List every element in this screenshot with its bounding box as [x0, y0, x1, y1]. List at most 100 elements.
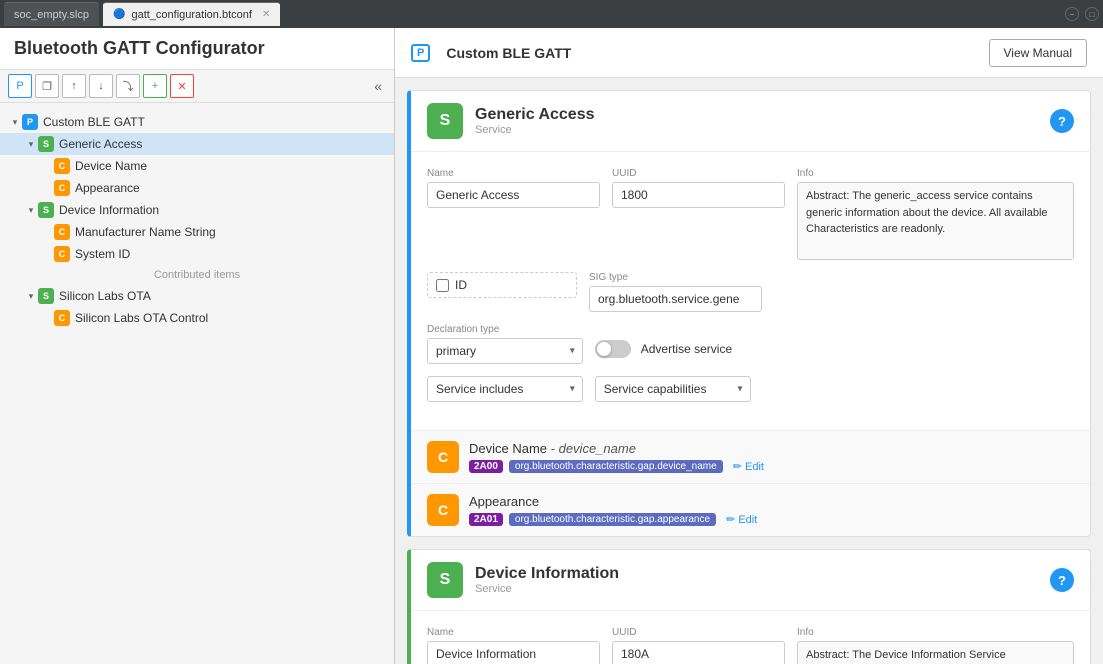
collapse-btn[interactable]: «: [370, 76, 386, 96]
field-di-info: Info Abstract: The Device Information Se…: [797, 627, 1074, 664]
field-sig-type-label: SIG type: [589, 272, 762, 283]
badge-S-generic: S: [38, 136, 54, 152]
device-information-type: Service: [475, 583, 619, 595]
field-declaration: Declaration type primary secondary: [427, 324, 583, 364]
field-di-uuid-label: UUID: [612, 627, 785, 638]
generic-access-help-btn[interactable]: ?: [1050, 109, 1074, 133]
device-information-badge: S: [427, 562, 463, 598]
advertise-toggle-row: Advertise service: [595, 340, 751, 358]
badge-C-system-id: C: [54, 246, 70, 262]
select-service-capabilities-wrapper: Service capabilities: [595, 376, 751, 402]
btn-remove[interactable]: ✕: [170, 74, 194, 98]
device-information-card: S Device Information Service ? Name: [407, 549, 1091, 664]
btn-add-profile[interactable]: P: [8, 74, 32, 98]
uuid-badge-device-name: 2A00: [469, 460, 503, 473]
tree: ▾ P Custom BLE GATT ▾ S Generic Access C…: [0, 103, 394, 664]
field-uuid-label: UUID: [612, 168, 785, 179]
field-di-info-textarea[interactable]: Abstract: The Device Information Service: [797, 641, 1074, 664]
maximize-btn[interactable]: □: [1085, 7, 1099, 21]
tree-item-silicon-labs-ota[interactable]: ▾ S Silicon Labs OTA: [0, 285, 394, 307]
char-item-appearance: C Appearance 2A01 org.bluetooth.characte…: [411, 483, 1090, 536]
id-checkbox[interactable]: [436, 279, 449, 292]
tree-item-manufacturer-name[interactable]: C Manufacturer Name String: [0, 221, 394, 243]
tree-label-appearance: Appearance: [75, 181, 140, 195]
uuid-path-device-name: org.bluetooth.characteristic.gap.device_…: [509, 460, 723, 473]
tab-btconf[interactable]: 🔵 gatt_configuration.btconf ✕: [103, 2, 280, 26]
btn-import[interactable]: ⤵: [116, 74, 140, 98]
edit-link-device-name[interactable]: ✏ Edit: [733, 460, 764, 473]
tab-slcp[interactable]: soc_empty.slcp: [4, 2, 99, 26]
select-declaration[interactable]: primary secondary: [427, 338, 583, 364]
tree-item-silicon-labs-ota-control[interactable]: C Silicon Labs OTA Control: [0, 307, 394, 329]
advertise-toggle[interactable]: [595, 340, 631, 358]
char-name-appearance: Appearance: [469, 494, 1074, 509]
tree-item-appearance[interactable]: C Appearance: [0, 177, 394, 199]
field-service-includes: Service includes: [427, 376, 583, 402]
sidebar: Bluetooth GATT Configurator P ❐ ↑ ↓ ⤵ + …: [0, 28, 395, 664]
badge-S-silicon-ota: S: [38, 288, 54, 304]
tab-close-icon[interactable]: ✕: [262, 9, 270, 20]
tab-bar: soc_empty.slcp 🔵 gatt_configuration.btco…: [0, 0, 1103, 28]
checkbox-id-field[interactable]: ID: [427, 272, 577, 298]
field-di-name-input[interactable]: [427, 641, 600, 664]
badge-S-device-info: S: [38, 202, 54, 218]
edit-link-appearance[interactable]: ✏ Edit: [726, 513, 757, 526]
select-service-includes-wrapper: Service includes: [427, 376, 583, 402]
device-info-fields-row-1: Name UUID Info Abstract: The Device Info…: [427, 627, 1074, 664]
field-service-capabilities: Service capabilities: [595, 376, 751, 402]
tree-arrow-generic-access: ▾: [24, 139, 38, 150]
right-panel-scroll[interactable]: S Generic Access Service ? Name: [395, 78, 1103, 664]
char-name-device-name: Device Name - device_name: [469, 441, 1074, 456]
field-sig-type-input[interactable]: [589, 286, 762, 312]
tree-item-generic-access[interactable]: ▾ S Generic Access: [0, 133, 394, 155]
sidebar-header: Bluetooth GATT Configurator: [0, 28, 394, 70]
right-header: P Custom BLE GATT View Manual: [395, 28, 1103, 78]
btn-up[interactable]: ↑: [62, 74, 86, 98]
select-service-includes[interactable]: Service includes: [427, 376, 583, 402]
field-info-textarea[interactable]: Abstract: The generic_access service con…: [797, 182, 1074, 260]
fields-row-1: Name UUID Info Abstract: The generic_acc…: [427, 168, 1074, 260]
id-label: ID: [455, 278, 467, 292]
select-service-capabilities[interactable]: Service capabilities: [595, 376, 751, 402]
device-information-help-btn[interactable]: ?: [1050, 568, 1074, 592]
tree-label-device-name: Device Name: [75, 159, 147, 173]
char-info-device-name: Device Name - device_name 2A00 org.bluet…: [469, 441, 1074, 473]
field-di-info-label: Info: [797, 627, 1074, 638]
minimize-btn[interactable]: −: [1065, 7, 1079, 21]
btn-down[interactable]: ↓: [89, 74, 113, 98]
char-badge-appearance: C: [427, 494, 459, 526]
badge-C-silicon-ota-ctrl: C: [54, 310, 70, 326]
char-italic-device-name: - device_name: [551, 441, 636, 456]
btn-copy[interactable]: ❐: [35, 74, 59, 98]
tree-item-custom-ble-gatt[interactable]: ▾ P Custom BLE GATT: [0, 111, 394, 133]
tab-slcp-label: soc_empty.slcp: [14, 9, 89, 21]
tree-label-custom-ble-gatt: Custom BLE GATT: [43, 115, 145, 129]
right-panel: P Custom BLE GATT View Manual S Generic …: [395, 28, 1103, 664]
field-name-label: Name: [427, 168, 600, 179]
generic-access-name: Generic Access: [475, 106, 594, 124]
badge-C-appearance: C: [54, 180, 70, 196]
char-badge-device-name: C: [427, 441, 459, 473]
app-title: Bluetooth GATT Configurator: [14, 38, 265, 58]
field-uuid-input[interactable]: [612, 182, 785, 208]
btn-add[interactable]: +: [143, 74, 167, 98]
view-manual-button[interactable]: View Manual: [989, 39, 1087, 67]
badge-C-manufacturer: C: [54, 224, 70, 240]
advertise-label: Advertise service: [641, 342, 732, 356]
tree-item-device-name[interactable]: C Device Name: [0, 155, 394, 177]
tree-item-device-information[interactable]: ▾ S Device Information: [0, 199, 394, 221]
generic-access-card-body: Name UUID Info Abstract: The generic_acc…: [411, 152, 1090, 430]
device-information-name: Device Information: [475, 565, 619, 583]
toggle-knob: [597, 342, 611, 356]
tree-item-system-id[interactable]: C System ID: [0, 243, 394, 265]
field-di-uuid-input[interactable]: [612, 641, 785, 664]
uuid-badge-appearance: 2A01: [469, 513, 503, 526]
tree-label-manufacturer-name: Manufacturer Name String: [75, 225, 216, 239]
device-information-title-group: Device Information Service: [475, 565, 619, 595]
select-declaration-wrapper: primary secondary: [427, 338, 583, 364]
char-item-device-name: C Device Name - device_name 2A00 org.blu…: [411, 430, 1090, 483]
char-uuid-row-appearance: 2A01 org.bluetooth.characteristic.gap.ap…: [469, 513, 1074, 526]
char-uuid-row-device-name: 2A00 org.bluetooth.characteristic.gap.de…: [469, 460, 1074, 473]
field-name-input[interactable]: [427, 182, 600, 208]
fields-row-2: ID SIG type: [427, 272, 1074, 312]
